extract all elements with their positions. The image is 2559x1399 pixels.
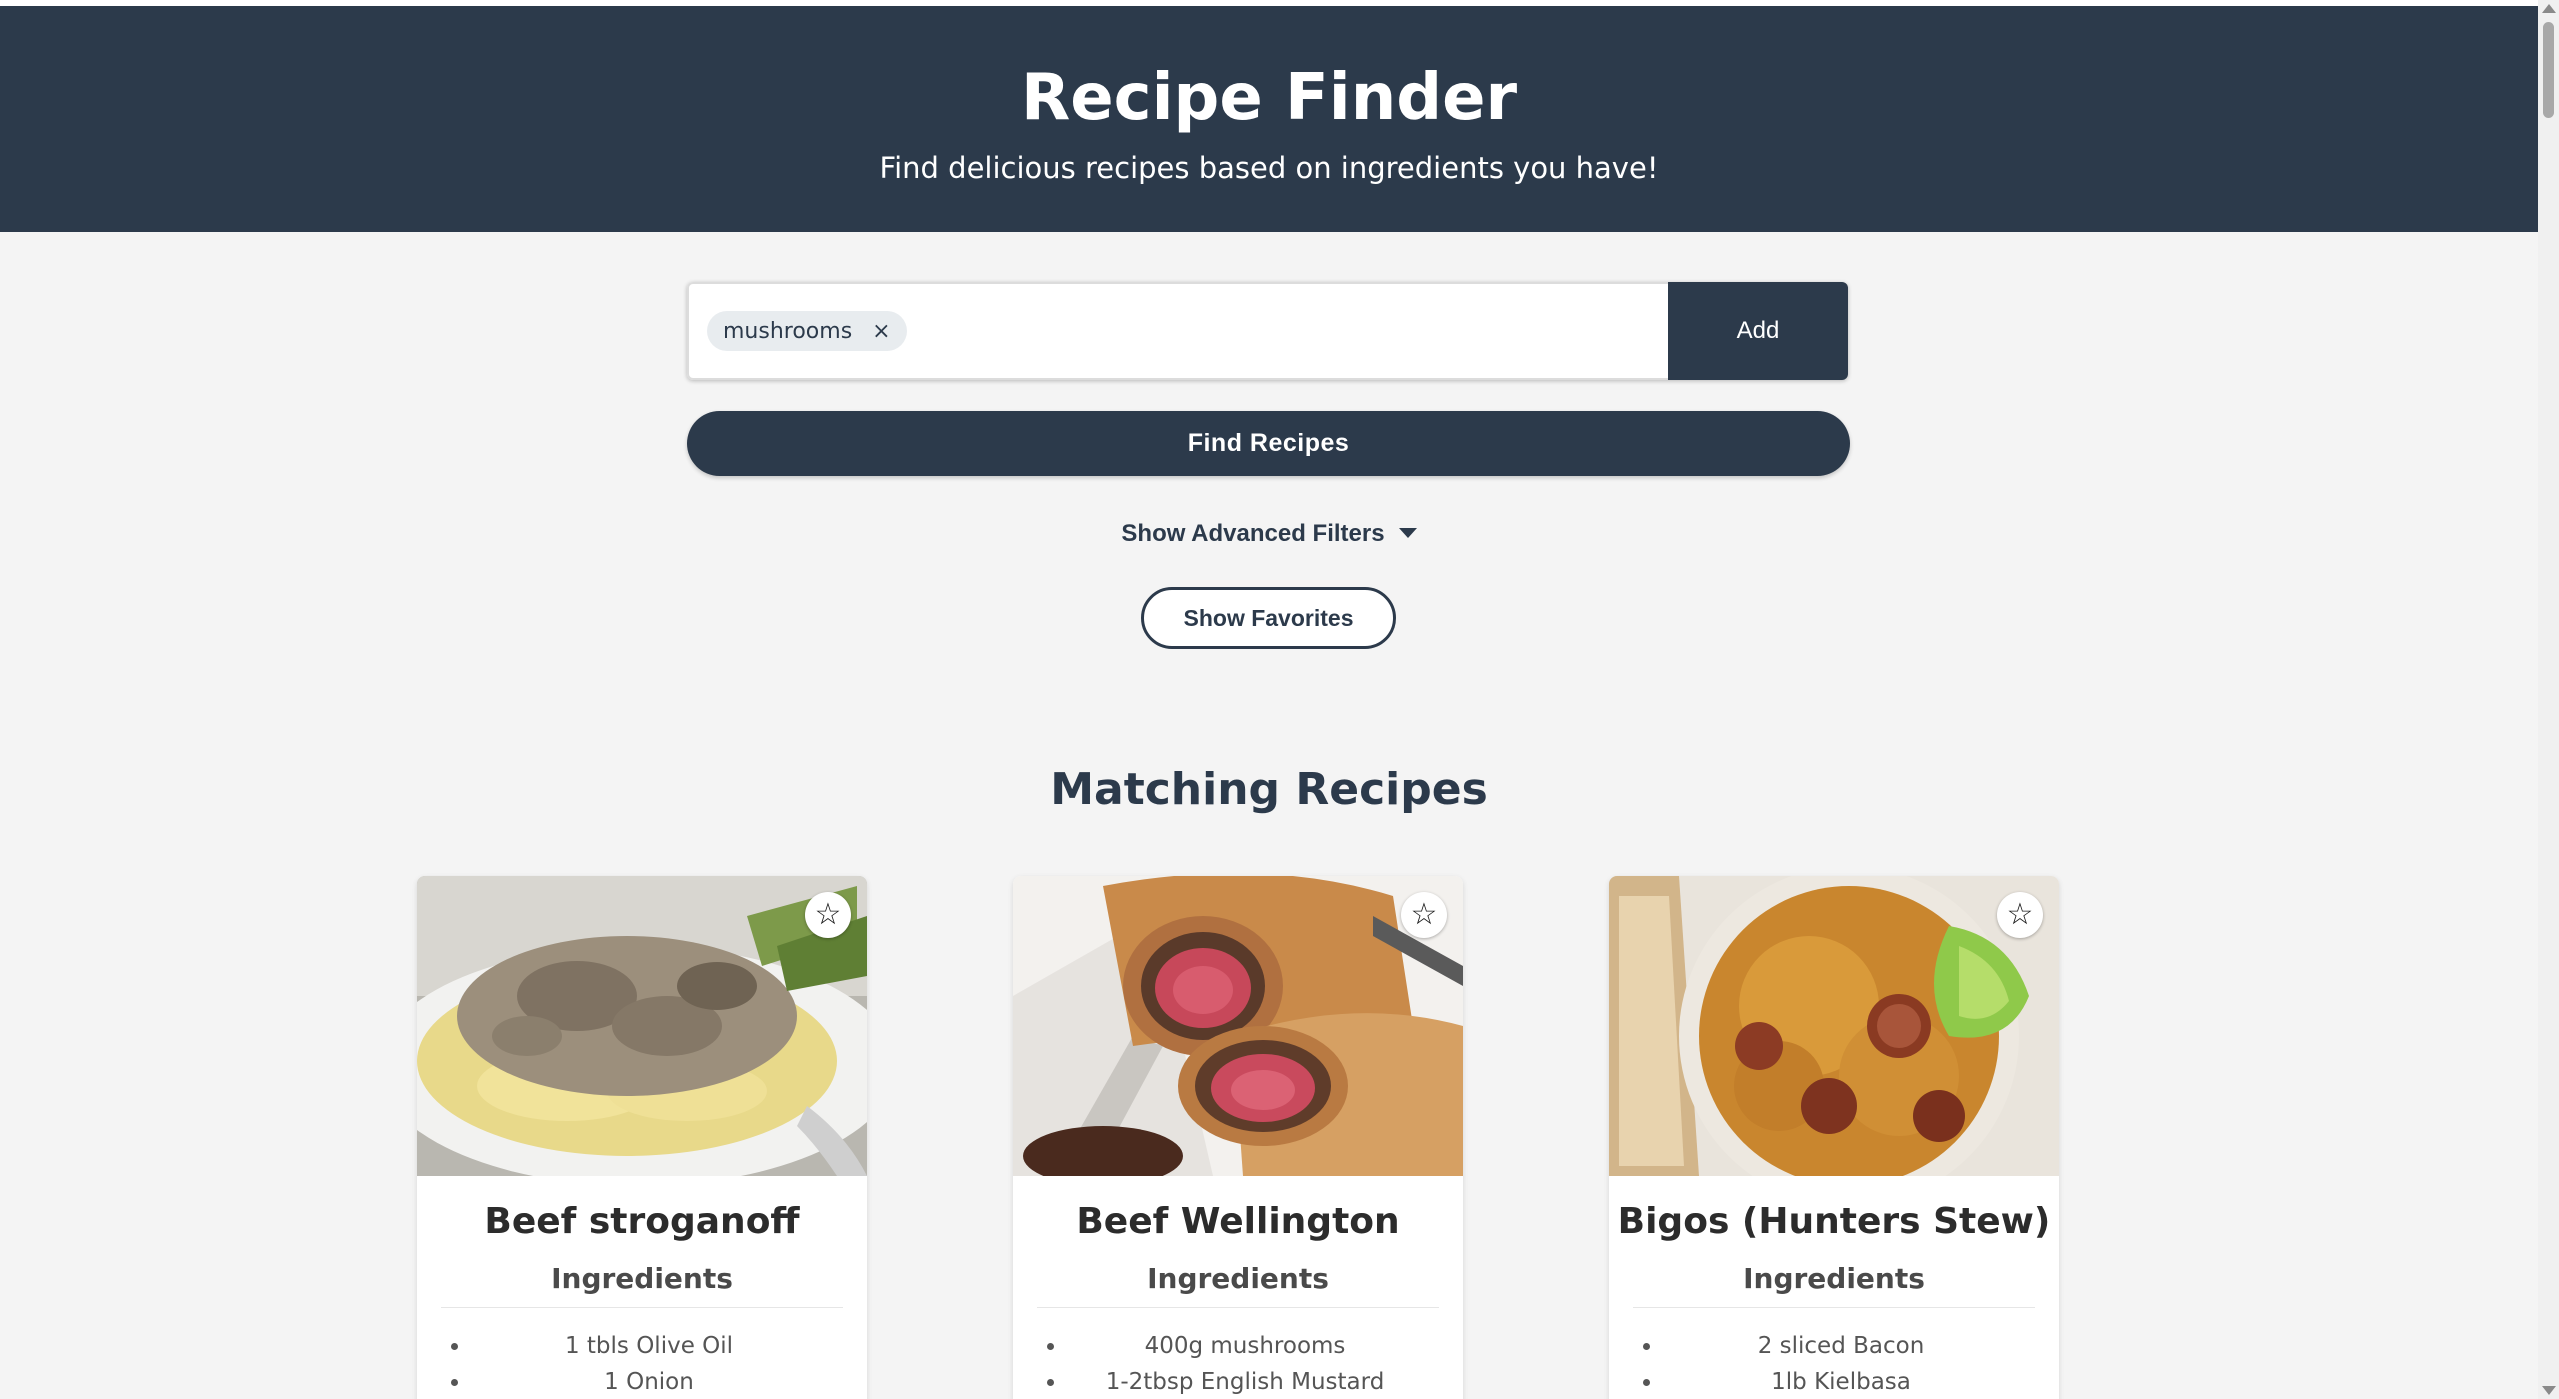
ingredients-list: 1 tbls Olive Oil 1 Onion bbox=[417, 1328, 867, 1399]
find-recipes-button[interactable]: Find Recipes bbox=[687, 411, 1850, 476]
ingredient-item: 2 sliced Bacon bbox=[1663, 1328, 2059, 1364]
advanced-filters-toggle[interactable]: Show Advanced Filters bbox=[0, 520, 2538, 548]
site-header: Recipe Finder Find delicious recipes bas… bbox=[0, 6, 2538, 232]
ingredient-item: 1-2tbsp English Mustard bbox=[1067, 1364, 1463, 1399]
caret-down-icon bbox=[1398, 527, 1417, 538]
ingredients-list: 2 sliced Bacon 1lb Kielbasa bbox=[1609, 1328, 2059, 1399]
results-heading: Matching Recipes bbox=[1050, 764, 1488, 815]
recipe-card[interactable]: ☆ Beef Wellington Ingredients 400g mushr… bbox=[1013, 876, 1463, 1399]
show-favorites-button[interactable]: Show Favorites bbox=[1141, 587, 1396, 649]
ingredient-chip-label: mushrooms bbox=[723, 318, 853, 344]
recipe-title: Beef Wellington bbox=[1076, 1201, 1400, 1242]
add-ingredient-button[interactable]: Add bbox=[1668, 282, 1848, 380]
recipe-card[interactable]: ☆ Beef stroganoff Ingredients 1 tbls Oli… bbox=[417, 876, 867, 1399]
scrollbar-thumb[interactable] bbox=[2543, 22, 2554, 118]
star-outline-icon[interactable]: ☆ bbox=[805, 892, 851, 938]
recipe-title: Beef stroganoff bbox=[484, 1201, 800, 1242]
ingredient-input-area[interactable]: mushrooms × bbox=[687, 282, 1668, 380]
remove-chip-icon[interactable]: × bbox=[872, 319, 890, 344]
ingredient-search-bar: mushrooms × Add bbox=[687, 282, 1848, 380]
recipe-finder-page: Recipe Finder Find delicious recipes bas… bbox=[0, 0, 2559, 1399]
ingredient-item: 1lb Kielbasa bbox=[1663, 1364, 2059, 1399]
page-scrollbar[interactable] bbox=[2538, 0, 2559, 1399]
scroll-up-arrow-icon[interactable] bbox=[2542, 4, 2556, 13]
beef-wellington-photo: ☆ bbox=[1013, 876, 1463, 1176]
star-outline-icon[interactable]: ☆ bbox=[1997, 892, 2043, 938]
advanced-filters-label: Show Advanced Filters bbox=[1121, 520, 1385, 547]
star-outline-icon[interactable]: ☆ bbox=[1401, 892, 1447, 938]
ingredient-input[interactable] bbox=[918, 300, 1668, 362]
ingredient-chip: mushrooms × bbox=[707, 311, 907, 351]
ingredient-item: 400g mushrooms bbox=[1067, 1328, 1463, 1364]
plate-of-stroganoff-photo: ☆ bbox=[417, 876, 867, 1176]
page-subtitle: Find delicious recipes based on ingredie… bbox=[879, 151, 1659, 185]
recipe-title: Bigos (Hunters Stew) bbox=[1617, 1201, 2051, 1242]
ingredients-heading: Ingredients bbox=[441, 1262, 843, 1308]
ingredients-heading: Ingredients bbox=[1037, 1262, 1439, 1308]
ingredients-heading: Ingredients bbox=[1633, 1262, 2035, 1308]
bigos-stew-photo: ☆ bbox=[1609, 876, 2059, 1176]
ingredients-list: 400g mushrooms 1-2tbsp English Mustard bbox=[1013, 1328, 1463, 1399]
ingredient-item: 1 tbls Olive Oil bbox=[471, 1328, 867, 1364]
recipe-card[interactable]: ☆ Bigos (Hunters Stew) Ingredients 2 sli… bbox=[1609, 876, 2059, 1399]
scroll-down-arrow-icon[interactable] bbox=[2542, 1386, 2556, 1395]
page-title: Recipe Finder bbox=[1020, 61, 1518, 135]
ingredient-item: 1 Onion bbox=[471, 1364, 867, 1399]
